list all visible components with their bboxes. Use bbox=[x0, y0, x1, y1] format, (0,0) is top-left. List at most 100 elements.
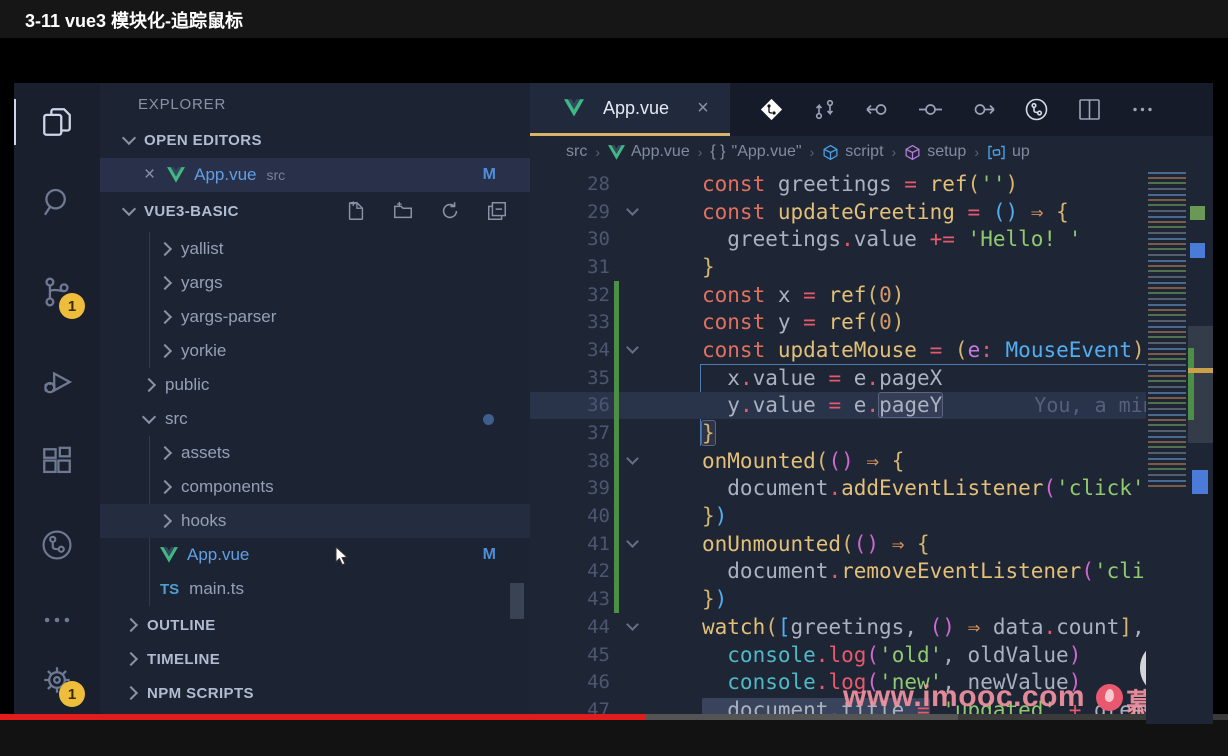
code-editor[interactable]: 28 const greetings = ref('') 29 const updat… bbox=[530, 168, 1213, 726]
chevron-right-icon bbox=[141, 377, 157, 393]
section-timeline[interactable]: TIMELINE bbox=[100, 642, 530, 676]
tree-item-hooks[interactable]: hooks bbox=[100, 504, 530, 538]
video-title-bar: 3-11 vue3 模块化-追踪鼠标 bbox=[0, 0, 1228, 38]
control-bar: 4:46 / 9:04 2x 超清 线路 bbox=[0, 720, 1228, 756]
sidebar-sections: OUTLINE TIMELINE NPM SCRIPTS bbox=[100, 608, 530, 710]
code-line-31[interactable]: 31} bbox=[530, 253, 1213, 281]
editor-area: App.vue × src › App.vue › { } "App.vue" › scrip… bbox=[530, 83, 1213, 724]
open-editor-path: src bbox=[266, 167, 286, 183]
section-npm-scripts[interactable]: NPM SCRIPTS bbox=[100, 676, 530, 710]
workspace-header[interactable]: VUE3-BASIC bbox=[100, 192, 530, 230]
ts-file-icon: TS bbox=[160, 580, 180, 598]
code-line-41[interactable]: 41 onUnmounted(() ⇒ { bbox=[530, 529, 1213, 558]
close-tab-icon[interactable]: × bbox=[697, 97, 709, 120]
section-outline[interactable]: OUTLINE bbox=[100, 608, 530, 642]
overview-mark-blue bbox=[1192, 470, 1208, 494]
more-actions-icon[interactable] bbox=[1129, 96, 1156, 123]
tab-app-vue[interactable]: App.vue × bbox=[530, 83, 730, 136]
code-line-30[interactable]: 30 greetings.value += 'Hello! ' bbox=[530, 225, 1213, 253]
chevron-down-icon bbox=[121, 201, 137, 217]
change-gutter-bar bbox=[614, 280, 619, 309]
tree-item-label: public bbox=[165, 375, 210, 394]
minimap[interactable] bbox=[1146, 168, 1188, 724]
run-debug-icon[interactable] bbox=[40, 365, 76, 401]
new-file-icon[interactable] bbox=[345, 200, 367, 222]
fold-icon[interactable] bbox=[625, 203, 639, 216]
chevron-right-icon bbox=[157, 309, 173, 325]
braces-icon: { } bbox=[710, 143, 726, 160]
overview-mark-blue bbox=[1190, 243, 1205, 258]
fold-icon[interactable] bbox=[625, 452, 639, 466]
fold-icon[interactable] bbox=[625, 535, 639, 549]
tree-item-label: yallist bbox=[181, 239, 224, 258]
video-stage: 1 1 EXPLORER OPEN EDITORS × App.vue src … bbox=[0, 38, 1228, 750]
code-line-40[interactable]: 40}) bbox=[530, 502, 1213, 530]
tree-item-yargs-parser[interactable]: yargs-parser bbox=[100, 300, 530, 334]
collapse-all-icon[interactable] bbox=[486, 200, 508, 222]
more-actions-icon[interactable] bbox=[40, 603, 76, 639]
tree-item-label: main.ts bbox=[189, 579, 244, 598]
breadcrumb-setup[interactable]: setup bbox=[904, 143, 966, 161]
tree-item-yorkie[interactable]: yorkie bbox=[100, 334, 530, 368]
search-icon[interactable] bbox=[40, 185, 76, 221]
close-icon[interactable]: × bbox=[144, 164, 155, 186]
code-line-38[interactable]: 38 onMounted(() ⇒ { bbox=[530, 446, 1213, 475]
tree-item-src[interactable]: src bbox=[100, 402, 530, 436]
code-line-28[interactable]: 28 const greetings = ref('') bbox=[530, 170, 1213, 198]
open-editors-header[interactable]: OPEN EDITORS bbox=[100, 122, 530, 158]
breadcrumb-separator: › bbox=[697, 144, 703, 160]
code-line-44[interactable]: 44 watch([greetings, () ⇒ data.count], bbox=[530, 613, 1213, 641]
git-compare-diamond-icon[interactable] bbox=[758, 96, 785, 123]
current-line-mark bbox=[1188, 368, 1213, 373]
gutter bbox=[614, 225, 619, 253]
fold-icon[interactable] bbox=[625, 341, 639, 355]
breadcrumb-script[interactable]: script bbox=[822, 143, 884, 161]
breadcrumb-up[interactable]: up bbox=[987, 143, 1030, 161]
fold-icon[interactable] bbox=[625, 618, 639, 632]
tree-item-yallist[interactable]: yallist bbox=[100, 232, 530, 266]
refresh-icon[interactable] bbox=[439, 200, 461, 222]
code-line-34[interactable]: 34const updateMouse = (e: MouseEvent) = bbox=[530, 336, 1213, 364]
split-editor-icon[interactable] bbox=[1076, 96, 1103, 123]
code-line-29[interactable]: 29 const updateGreeting = () ⇒ { bbox=[530, 198, 1213, 226]
chevron-right-icon bbox=[157, 241, 173, 257]
code-line-32[interactable]: 32 const x = ref(0) bbox=[530, 280, 1213, 309]
scm-badge: 1 bbox=[59, 293, 85, 319]
tree-item-public[interactable]: public bbox=[100, 368, 530, 402]
gutter bbox=[614, 668, 619, 696]
imooc-logo-icon bbox=[1096, 684, 1123, 711]
navigate-back-icon[interactable] bbox=[864, 96, 891, 123]
tree-item-components[interactable]: components bbox=[100, 470, 530, 504]
extensions-icon[interactable] bbox=[40, 445, 76, 481]
breadcrumb-separator: › bbox=[974, 144, 979, 160]
new-folder-icon[interactable] bbox=[392, 200, 414, 222]
overview-ruler[interactable] bbox=[1188, 168, 1213, 724]
code-line-39[interactable]: 39 document.addEventListener('click', bbox=[530, 474, 1213, 503]
breadcrumb--app-vue-[interactable]: { } "App.vue" bbox=[710, 143, 801, 161]
open-editor-item[interactable]: × App.vue src M bbox=[100, 158, 530, 192]
live-share-icon[interactable] bbox=[40, 528, 76, 564]
tree-item-main-ts[interactable]: TS main.ts bbox=[100, 572, 530, 606]
navigate-forward-icon[interactable] bbox=[970, 96, 997, 123]
tree-item-yargs[interactable]: yargs bbox=[100, 266, 530, 300]
gutter bbox=[614, 253, 619, 281]
gutter bbox=[614, 198, 619, 226]
sidebar-scrollbar[interactable] bbox=[510, 583, 524, 619]
tree-item-app-vue[interactable]: App.vue M bbox=[100, 538, 530, 572]
compare-changes-icon[interactable] bbox=[811, 96, 838, 123]
code-line-33[interactable]: 33 const y = ref(0) bbox=[530, 308, 1213, 337]
breadcrumb-src[interactable]: src bbox=[566, 143, 587, 161]
tab-label: App.vue bbox=[603, 97, 670, 118]
live-share-session-icon[interactable] bbox=[1023, 96, 1050, 123]
code-line-43[interactable]: 43}) bbox=[530, 585, 1213, 613]
tree-item-label: components bbox=[181, 477, 274, 496]
code-line-35[interactable]: 35 x.value = e.pageX bbox=[530, 363, 1213, 392]
code-line-36[interactable]: 36 y.value = e.pageY You, a minut bbox=[530, 391, 1213, 420]
current-position-icon[interactable] bbox=[917, 96, 944, 123]
code-line-42[interactable]: 42 document.removeEventListener('click bbox=[530, 557, 1213, 586]
tree-item-assets[interactable]: assets bbox=[100, 436, 530, 470]
code-line-45[interactable]: 45 console.log('old', oldValue) bbox=[530, 641, 1213, 669]
explorer-icon[interactable] bbox=[14, 99, 76, 145]
code-line-37[interactable]: 37} bbox=[530, 419, 1213, 447]
breadcrumb-app-vue[interactable]: App.vue bbox=[608, 143, 690, 161]
